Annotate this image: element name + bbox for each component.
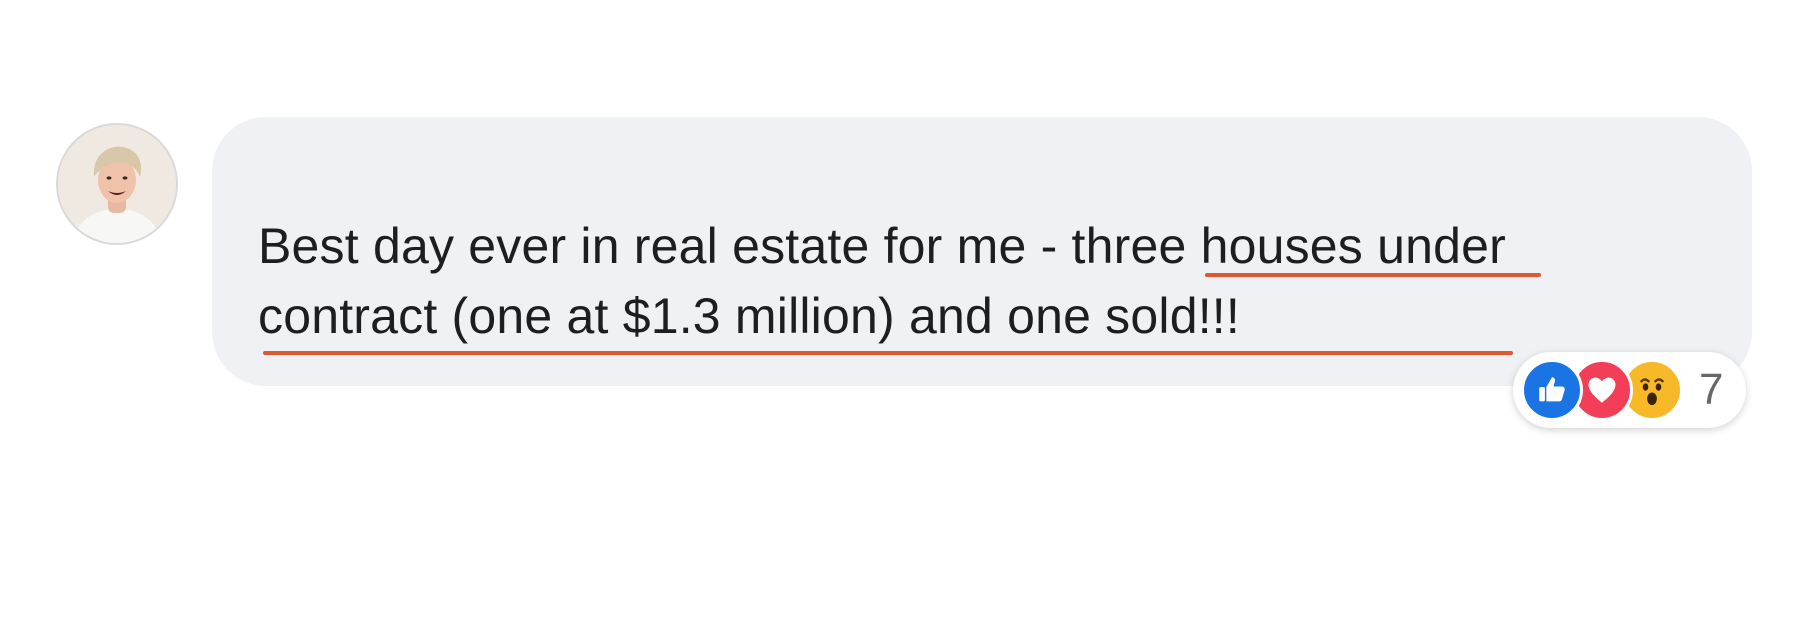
comment-text: Best day ever in real estate for me - th…	[258, 218, 1506, 344]
like-icon	[1521, 359, 1583, 421]
avatar[interactable]	[58, 125, 176, 243]
reactions-summary[interactable]: 7	[1513, 352, 1746, 428]
comment-bubble: Best day ever in real estate for me - th…	[212, 117, 1752, 386]
user-avatar-photo-icon	[58, 125, 176, 243]
highlight-underline-line-2	[263, 351, 1513, 355]
reaction-count: 7	[1699, 365, 1724, 414]
highlight-underline-line-1	[1205, 273, 1541, 277]
comment-screenshot: Best day ever in real estate for me - th…	[0, 0, 1800, 624]
